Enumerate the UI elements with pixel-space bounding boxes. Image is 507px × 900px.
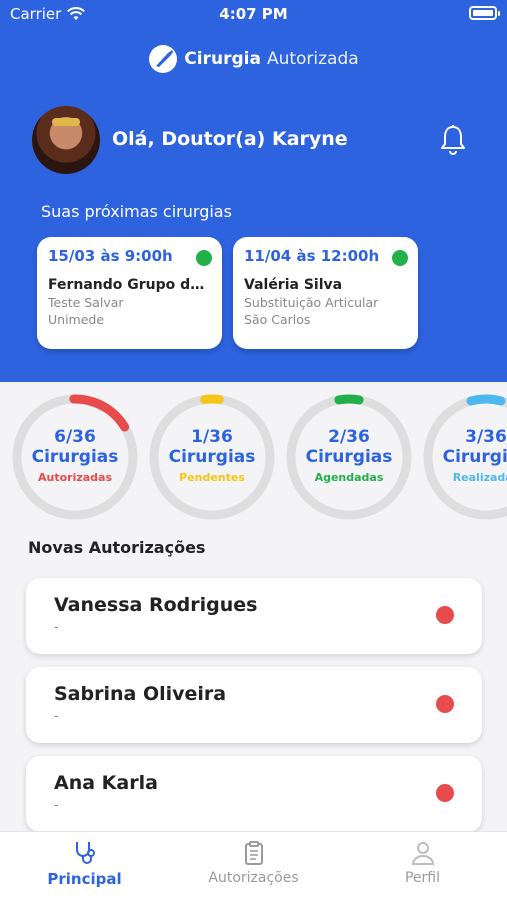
surgery-location: Unimede <box>48 312 105 327</box>
authorization-detail: - <box>54 709 59 724</box>
stethoscope-icon <box>75 842 95 864</box>
ring-label: Cirurgias <box>31 447 119 467</box>
ring-label: Cirurgias <box>305 447 393 467</box>
status-dot <box>436 606 454 624</box>
surgery-date: 11/04 às 12:00h <box>244 247 380 265</box>
status-dot <box>392 250 408 266</box>
ring-count: 2/36 <box>328 427 370 447</box>
tab-bar: Principal Autorizações Perfil <box>0 831 507 900</box>
authorization-name: Ana Karla <box>54 772 158 794</box>
ring-count: 6/36 <box>54 427 96 447</box>
brand-logo: Cirurgia Autorizada <box>0 44 507 74</box>
status-dot <box>436 784 454 802</box>
greeting: Olá, Doutor(a) Karyne <box>112 128 348 150</box>
tab-label: Autorizações <box>208 870 299 886</box>
ring-label: Cirurgias <box>442 447 507 467</box>
user-icon <box>411 842 434 865</box>
ring-completed[interactable]: 3/36 Cirurgias Realizadas <box>422 393 507 521</box>
status-dot <box>196 250 212 266</box>
ring-count: 1/36 <box>191 427 233 447</box>
ring-status: Realizadas <box>452 471 507 484</box>
tab-principal[interactable]: Principal <box>0 840 169 888</box>
authorization-name: Sabrina Oliveira <box>54 683 227 705</box>
authorization-item[interactable]: Sabrina Oliveira - <box>26 667 482 743</box>
battery-icon <box>469 6 500 20</box>
status-rings: 6/36 Cirurgias Autorizadas 1/36 Cirurgia… <box>0 393 507 527</box>
scalpel-logo-icon <box>149 45 178 73</box>
authorization-item[interactable]: Vanessa Rodrigues - <box>26 578 482 654</box>
new-authorizations-title: Novas Autorizações <box>28 538 206 557</box>
status-bar: Carrier 4:07 PM <box>0 0 507 30</box>
ring-scheduled[interactable]: 2/36 Cirurgias Agendadas <box>285 393 413 521</box>
ring-status: Agendadas <box>314 471 384 484</box>
upcoming-surgeries-title: Suas próximas cirurgias <box>41 202 232 221</box>
surgery-procedure: Teste Salvar <box>48 295 124 310</box>
surgery-procedure: Substituição Articular <box>244 295 379 310</box>
tab-label: Principal <box>47 870 122 888</box>
tab-perfil[interactable]: Perfil <box>338 840 507 886</box>
brand-name-bold: Cirurgia <box>184 49 261 69</box>
ring-authorized[interactable]: 6/36 Cirurgias Autorizadas <box>11 393 139 521</box>
surgery-card[interactable]: 15/03 às 9:00h Fernando Grupo de... Test… <box>37 237 222 349</box>
patient-name: Fernando Grupo de... <box>48 277 211 293</box>
surgery-date: 15/03 às 9:00h <box>48 247 173 265</box>
ring-status: Autorizadas <box>37 471 113 484</box>
patient-name: Valéria Silva <box>244 277 343 293</box>
ring-count: 3/36 <box>465 427 507 447</box>
ring-pending[interactable]: 1/36 Cirurgias Pendentes <box>148 393 276 521</box>
surgery-location: São Carlos <box>244 312 311 327</box>
ring-status: Pendentes <box>179 471 245 484</box>
avatar[interactable] <box>32 106 100 174</box>
surgery-card[interactable]: 11/04 às 12:00h Valéria Silva Substituiç… <box>233 237 418 349</box>
tab-label: Perfil <box>404 870 441 886</box>
authorization-detail: - <box>54 798 59 813</box>
header: Carrier 4:07 PM Cirurgia Autorizada Olá,… <box>0 0 507 382</box>
authorization-detail: - <box>54 620 59 635</box>
ring-label: Cirurgias <box>168 447 256 467</box>
status-dot <box>436 695 454 713</box>
tab-autorizacoes[interactable]: Autorizações <box>169 840 338 886</box>
clipboard-icon <box>244 841 263 865</box>
clock: 4:07 PM <box>219 5 288 23</box>
authorization-item[interactable]: Ana Karla - <box>26 756 482 832</box>
authorization-name: Vanessa Rodrigues <box>54 594 258 616</box>
bell-icon[interactable] <box>438 124 468 156</box>
brand-name-light: Autorizada <box>266 49 359 69</box>
